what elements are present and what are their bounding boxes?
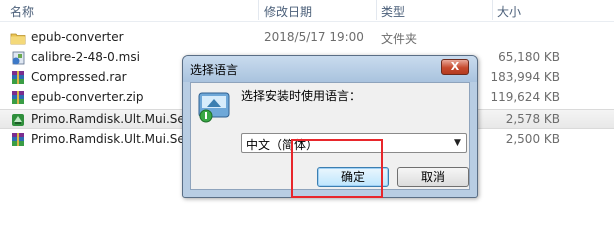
dialog-title: 选择语言 bbox=[190, 63, 239, 77]
chevron-down-icon[interactable]: ▼ bbox=[449, 134, 466, 152]
rar-archive-icon bbox=[12, 71, 24, 84]
column-divider[interactable] bbox=[492, 0, 493, 20]
annotation-highlight-box bbox=[291, 139, 383, 198]
column-type-header[interactable]: 类型 bbox=[381, 3, 405, 20]
rar-archive-icon bbox=[12, 133, 24, 146]
column-name-header[interactable]: 名称 bbox=[10, 3, 34, 20]
file-size: 65,180 KB bbox=[498, 50, 560, 64]
file-name: Primo.Ramdisk.Ult.Mui.Setu bbox=[31, 112, 198, 126]
file-size: 119,624 KB bbox=[490, 90, 560, 104]
dialog-titlebar[interactable]: 选择语言 X bbox=[183, 56, 477, 82]
folder-icon bbox=[10, 33, 26, 45]
header-divider bbox=[0, 21, 614, 22]
file-name: calibre-2-48-0.msi bbox=[31, 50, 140, 64]
cancel-button[interactable]: 取消 bbox=[397, 167, 469, 187]
language-prompt: 选择安装时使用语言： bbox=[241, 89, 362, 103]
close-icon: X bbox=[450, 60, 460, 73]
msi-installer-icon bbox=[12, 51, 25, 65]
file-size: 183,994 KB bbox=[490, 70, 560, 84]
column-divider[interactable] bbox=[376, 0, 377, 20]
file-row[interactable]: epub-converter 2018/5/17 19:00 文件夹 bbox=[0, 28, 614, 48]
file-name: epub-converter bbox=[31, 30, 124, 44]
file-name: epub-converter.zip bbox=[31, 90, 144, 104]
column-date-header[interactable]: 修改日期 bbox=[264, 3, 312, 20]
file-name: Primo.Ramdisk.Ult.Mui.Setu bbox=[31, 132, 198, 146]
file-size: 2,578 KB bbox=[505, 112, 560, 126]
column-divider[interactable] bbox=[258, 0, 259, 20]
setup-exe-icon bbox=[12, 114, 24, 126]
file-name: Compressed.rar bbox=[31, 70, 127, 84]
close-button[interactable]: X bbox=[441, 59, 469, 75]
file-type: 文件夹 bbox=[381, 32, 418, 46]
installer-app-icon bbox=[198, 92, 230, 123]
column-header: 名称 修改日期 类型 大小 bbox=[0, 0, 614, 22]
file-date: 2018/5/17 19:00 bbox=[264, 30, 364, 44]
column-size-header[interactable]: 大小 bbox=[497, 3, 521, 20]
zip-archive-icon bbox=[12, 91, 24, 104]
file-size: 2,500 KB bbox=[505, 132, 560, 146]
